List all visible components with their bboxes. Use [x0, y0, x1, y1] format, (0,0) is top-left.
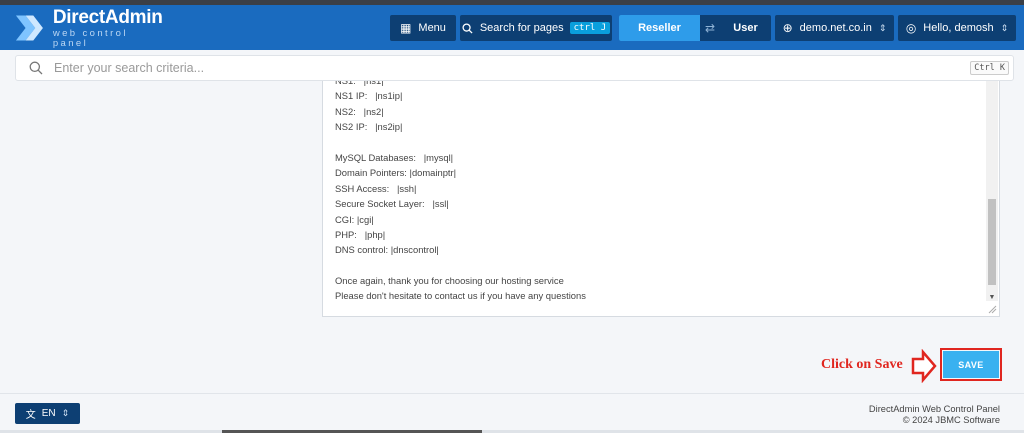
textarea-line: PHP: |php|: [335, 228, 386, 240]
search-shortcut-badge: ctrl J: [569, 22, 611, 34]
textarea-line: [335, 135, 975, 150]
brand-title: DirectAdmin: [52, 7, 163, 28]
textarea-content: NS1: |ns1| NS1 IP: |ns1ip| NS2: |ns2| NS2 I…: [335, 81, 975, 304]
reseller-level-button[interactable]: Reseller: [619, 15, 700, 41]
user-menu-button[interactable]: ◎ Hello, demosh ⇕: [898, 15, 1016, 41]
user-circle-icon: ◎: [905, 21, 917, 35]
language-selector[interactable]: 文 EN ⇕: [15, 403, 80, 424]
textarea-line: CGI: |cgi|: [335, 213, 374, 225]
scroll-down-arrow-icon[interactable]: ▼: [988, 294, 996, 301]
domain-label: demo.net.co.in: [799, 22, 872, 34]
globe-icon: ⊕: [782, 21, 793, 35]
textarea-line: NS1: |ns1|: [335, 81, 975, 88]
copyright-text: © 2024 JBMC Software: [902, 415, 1000, 425]
textarea-line: SSH Access: |ssh|: [335, 182, 417, 194]
textarea-line: [335, 258, 975, 273]
translate-icon: 文: [25, 410, 36, 421]
grid-icon: ▦: [400, 21, 412, 35]
search-icon: [29, 61, 43, 75]
global-search-bar: Ctrl K: [15, 55, 1014, 81]
textarea-line: Please don't hesitate to contact us if y…: [335, 290, 586, 302]
search-pages-button[interactable]: Search for pages ctrl J: [460, 15, 612, 41]
user-level-button[interactable]: User: [720, 15, 771, 41]
message-textarea[interactable]: NS1: |ns1| NS1 IP: |ns1ip| NS2: |ns2| NS2 I…: [322, 81, 1000, 317]
search-icon: [462, 22, 473, 34]
textarea-line: Once again, thank you for choosing our h…: [335, 275, 564, 287]
save-button[interactable]: SAVE: [943, 351, 999, 378]
search-pages-label: Search for pages: [479, 22, 564, 34]
swap-icon: ⇄: [704, 21, 716, 35]
search-input[interactable]: [54, 61, 934, 75]
greeting-label: Hello, demosh: [923, 22, 994, 34]
brand-logo[interactable]: DirectAdmin web control panel: [14, 7, 164, 49]
textarea-line: Secure Socket Layer: |ssl|: [335, 198, 449, 210]
chevron-updown-icon: ⇕: [1000, 22, 1009, 33]
language-label: EN: [41, 408, 56, 419]
textarea-line: NS2: |ns2|: [335, 105, 384, 117]
search-shortcut-hint: Ctrl K: [970, 61, 1009, 75]
footer-copyright: DirectAdmin Web Control Panel © 2024 JBM…: [869, 404, 1000, 426]
menu-label: Menu: [418, 22, 446, 34]
top-header: DirectAdmin web control panel ▦ Menu Sea…: [0, 5, 1024, 50]
textarea-line: Domain Pointers: |domainptr|: [335, 167, 457, 179]
level-switcher: Reseller ⇄ User: [619, 15, 771, 41]
menu-button[interactable]: ▦ Menu: [390, 15, 456, 41]
textarea-line: NS2 IP: |ns2ip|: [335, 121, 403, 133]
chevron-updown-icon: ⇕: [878, 22, 887, 33]
directadmin-logo-icon: [15, 15, 43, 41]
chevron-updown-icon: ⇕: [61, 408, 70, 418]
textarea-line: DNS control: |dnscontrol|: [335, 244, 439, 256]
resize-handle-icon[interactable]: [987, 304, 997, 314]
textarea-line: MySQL Databases: |mysql|: [335, 151, 454, 163]
domain-selector[interactable]: ⊕ demo.net.co.in ⇕: [775, 15, 894, 41]
product-name: DirectAdmin Web Control Panel: [868, 404, 1000, 414]
brand-subtitle: web control panel: [52, 28, 128, 49]
textarea-scrollbar[interactable]: ▼: [986, 81, 998, 301]
scrollbar-thumb[interactable]: [988, 199, 996, 285]
footer-divider: [0, 393, 1024, 394]
annotation-label: Click on Save: [821, 357, 903, 372]
arrow-right-icon: [911, 349, 937, 383]
textarea-line: NS1 IP: |ns1ip|: [335, 90, 403, 102]
